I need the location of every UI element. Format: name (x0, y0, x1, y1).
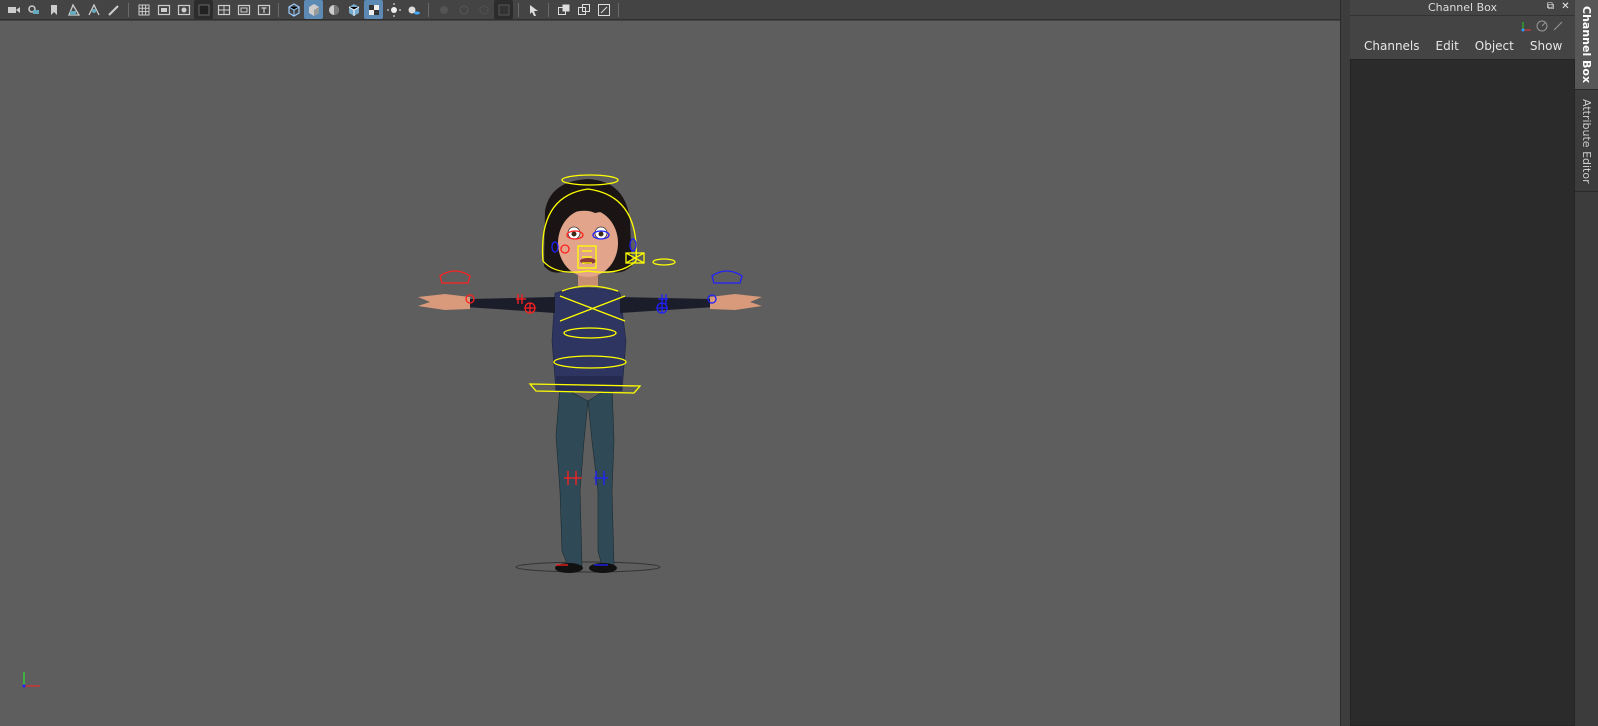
camera-move-icon[interactable] (84, 0, 103, 19)
ambient-occlusion-icon[interactable] (434, 0, 453, 19)
toolbar-separator (128, 2, 129, 17)
channel-box-panel: Channel Box ⧉ ✕ Channels Edit Object Sho… (1350, 0, 1575, 726)
menu-edit[interactable]: Edit (1428, 39, 1467, 53)
float-window-icon[interactable]: ⧉ (1545, 1, 1556, 12)
safe-title-icon[interactable] (254, 0, 273, 19)
film-gate-icon[interactable] (154, 0, 173, 19)
resolution-gate-icon[interactable] (174, 0, 193, 19)
viewport-toolbar (0, 0, 1340, 20)
right-hand-ik-control (439, 270, 471, 284)
menu-channels[interactable]: Channels (1356, 39, 1428, 53)
bookmark-icon[interactable] (44, 0, 63, 19)
panel-splitter[interactable] (1340, 0, 1350, 726)
isolate-select-icon[interactable] (524, 0, 543, 19)
view-axis-indicator (22, 672, 40, 688)
toolbar-separator (618, 2, 619, 17)
wireframe-on-shaded-icon[interactable] (344, 0, 363, 19)
motion-blur-icon[interactable] (454, 0, 473, 19)
camera-icon[interactable] (4, 0, 23, 19)
default-material-icon[interactable] (324, 0, 343, 19)
toolbar-separator (548, 2, 549, 17)
menu-show[interactable]: Show (1522, 39, 1570, 53)
channel-box-icon-row (1350, 16, 1575, 36)
channel-box-title: Channel Box (1427, 1, 1498, 14)
ear-control (652, 258, 676, 266)
viewport-scene (22, 174, 762, 688)
safe-action-icon[interactable] (234, 0, 253, 19)
anti-alias-icon[interactable] (474, 0, 493, 19)
xray-components-icon[interactable] (594, 0, 613, 19)
tab-attribute-editor[interactable]: Attribute Editor (1575, 92, 1598, 192)
toolbar-separator (518, 2, 519, 17)
xray-joints-icon[interactable] (574, 0, 593, 19)
camera-attr-icon[interactable] (24, 0, 43, 19)
channel-box-titlebar: Channel Box ⧉ ✕ (1350, 0, 1575, 16)
hyper-icon[interactable] (1552, 20, 1564, 32)
tab-channel-box[interactable]: Channel Box (1575, 0, 1598, 90)
ground-control[interactable] (515, 561, 661, 573)
character-model[interactable] (418, 179, 762, 573)
close-icon[interactable]: ✕ (1560, 1, 1571, 12)
smooth-shade-icon[interactable] (304, 0, 323, 19)
channel-box-content[interactable] (1350, 59, 1575, 726)
textured-icon[interactable] (364, 0, 383, 19)
gate-mask-icon[interactable] (194, 0, 213, 19)
toolbar-separator (278, 2, 279, 17)
lights-icon[interactable] (384, 0, 403, 19)
side-tab-bar: Channel Box Attribute Editor (1575, 0, 1598, 726)
menu-object[interactable]: Object (1467, 39, 1522, 53)
xray-icon[interactable] (554, 0, 573, 19)
depth-of-field-icon[interactable] (494, 0, 513, 19)
image-plane-icon[interactable] (64, 0, 83, 19)
field-chart-icon[interactable] (214, 0, 233, 19)
toolbar-separator (428, 2, 429, 17)
grid-icon[interactable] (134, 0, 153, 19)
manipulator-icon[interactable] (1520, 20, 1532, 32)
left-hand-ik-control (711, 270, 743, 284)
wireframe-icon[interactable] (284, 0, 303, 19)
channel-box-menubar: Channels Edit Object Show (1350, 36, 1575, 56)
speed-icon[interactable] (1536, 20, 1548, 32)
viewport-3d[interactable] (0, 21, 1340, 726)
shadows-icon[interactable] (404, 0, 423, 19)
pencil-icon[interactable] (104, 0, 123, 19)
